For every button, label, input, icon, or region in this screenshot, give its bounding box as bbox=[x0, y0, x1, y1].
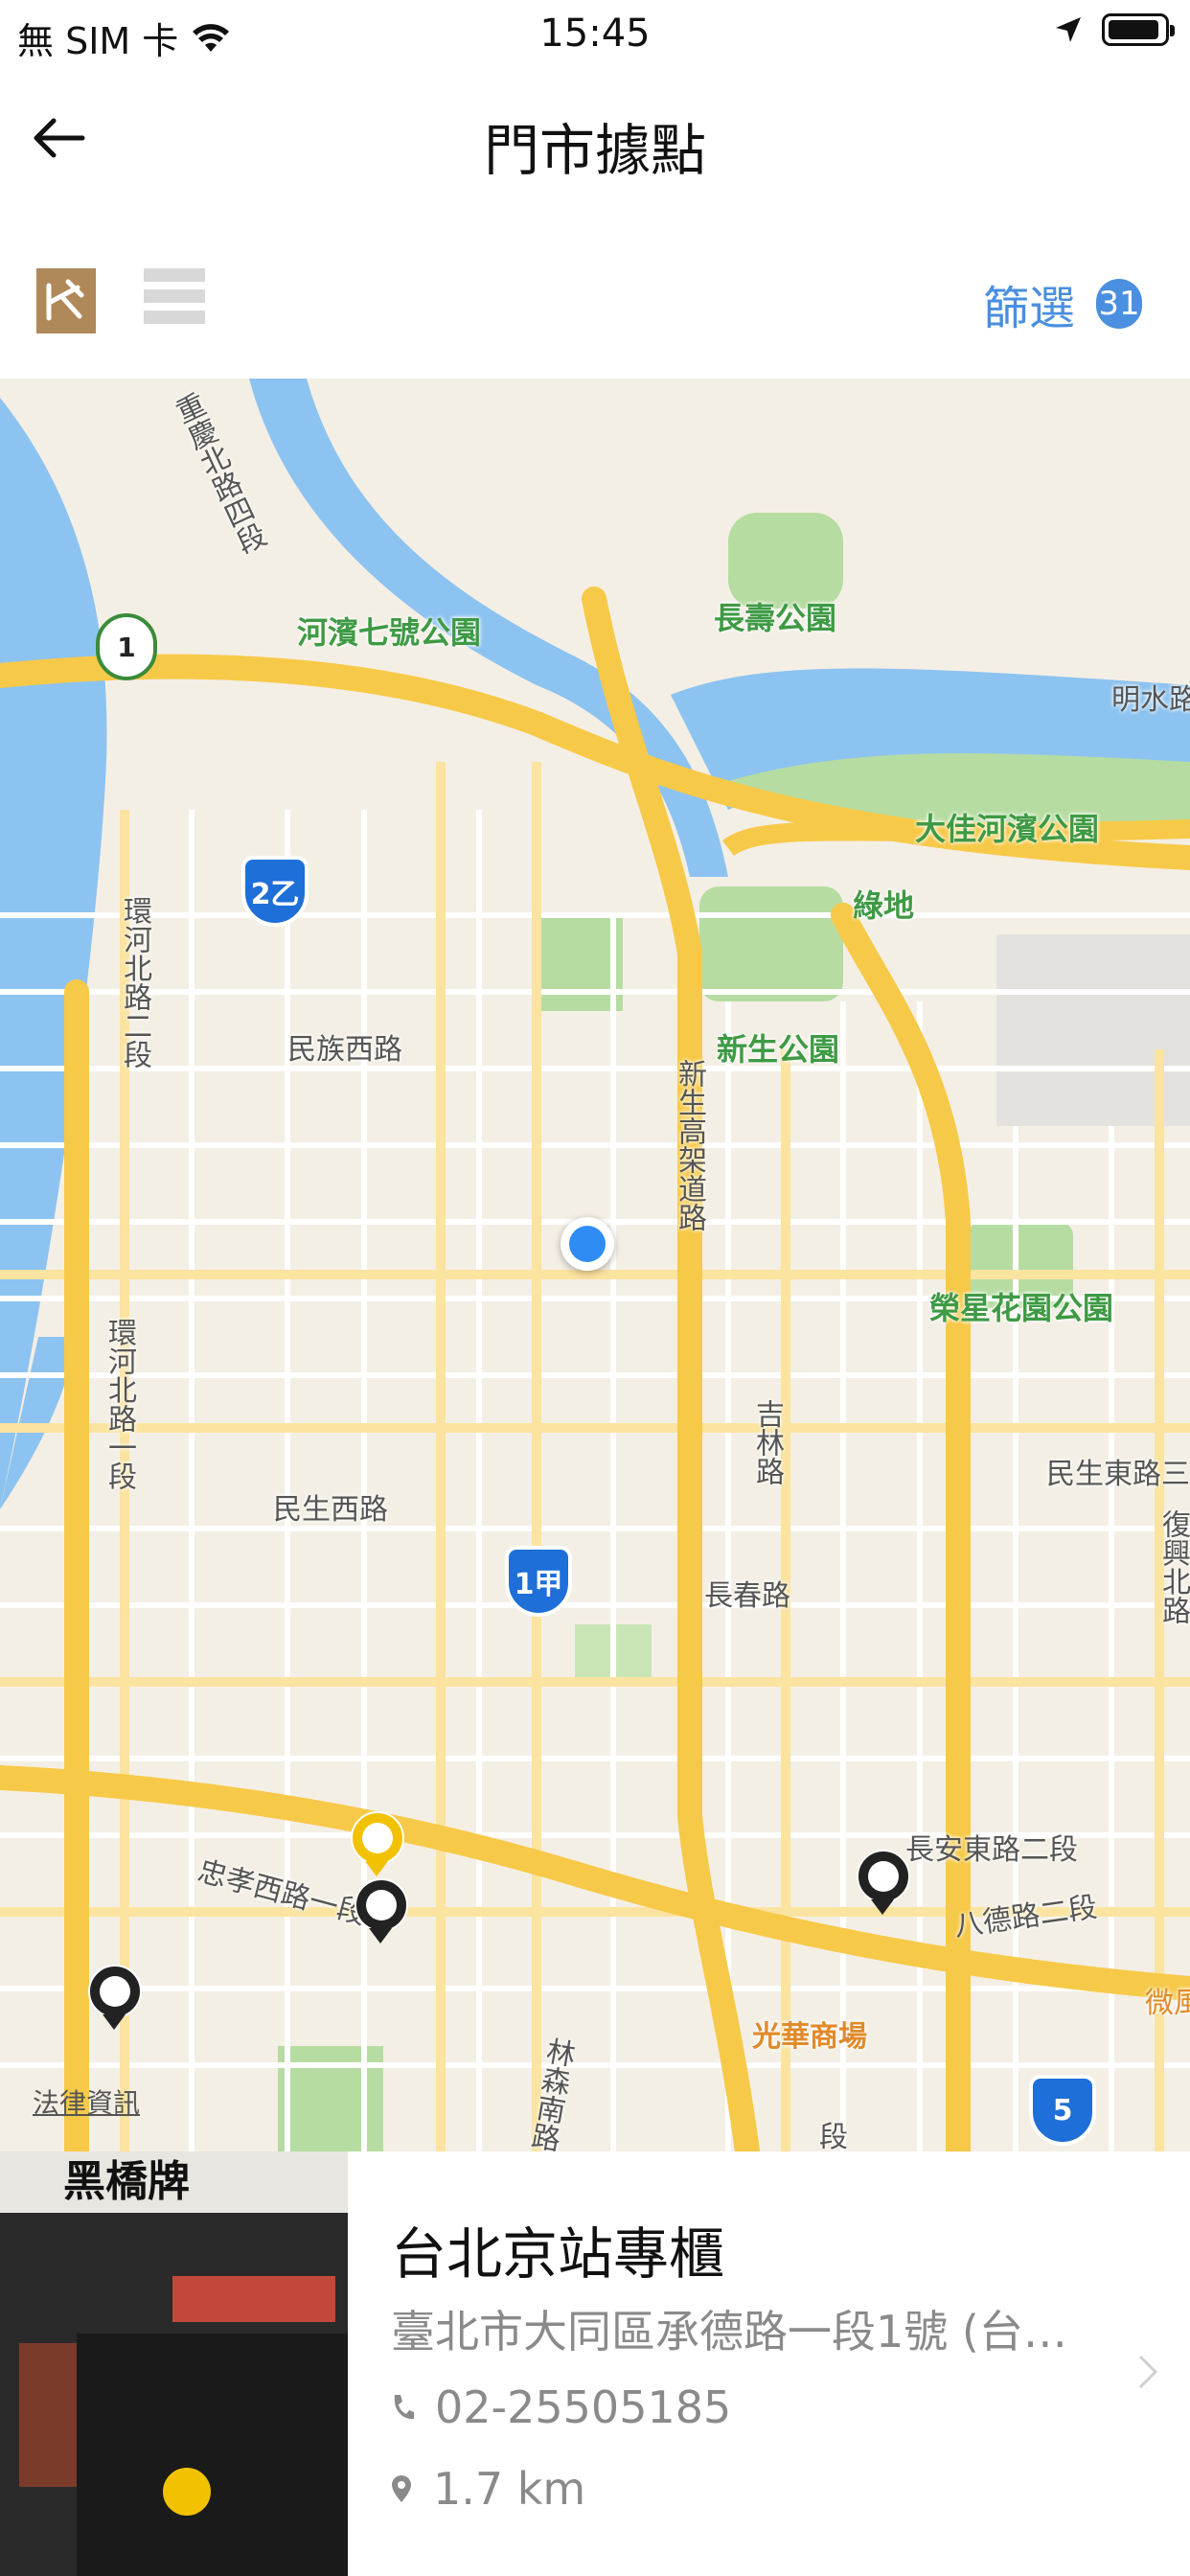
road-label: 吉林路 bbox=[750, 1399, 784, 1485]
store-name: 台北京站專櫃 bbox=[391, 2221, 725, 2287]
chevron-right-icon bbox=[1138, 2355, 1158, 2389]
view-toolbar: 篩選 31 bbox=[0, 249, 1190, 355]
poi-label: 微風 bbox=[1145, 1987, 1190, 2020]
page-title: 門市據點 bbox=[483, 118, 706, 183]
map-view-button[interactable] bbox=[36, 268, 96, 334]
road-label: 新生高架道路 bbox=[673, 1059, 706, 1231]
nav-bar: 門市據點 bbox=[0, 86, 1190, 205]
route-marker-5: 5 bbox=[1029, 2075, 1096, 2146]
battery-icon bbox=[1102, 13, 1175, 46]
list-view-button[interactable] bbox=[144, 268, 205, 334]
list-view-icon bbox=[144, 268, 205, 282]
store-pin[interactable] bbox=[857, 1850, 910, 1915]
road-label: 環河北路二段 bbox=[118, 896, 151, 1069]
filter-label: 篩選 bbox=[982, 282, 1075, 335]
road-label: 民族西路 bbox=[287, 1033, 402, 1067]
store-card[interactable]: 黑橋牌 台北京站專櫃 臺北市大同區承德路一段1號 (台北京站B1) 02-255… bbox=[0, 2151, 1190, 2576]
store-pin[interactable] bbox=[88, 1965, 142, 2030]
store-pin-selected[interactable] bbox=[351, 1811, 404, 1876]
park-label: 長壽公園 bbox=[714, 600, 837, 636]
road-label: 明水路 bbox=[1111, 683, 1190, 717]
filter-count-badge: 31 bbox=[1096, 279, 1142, 329]
current-location-marker bbox=[561, 1217, 614, 1271]
route-marker-1甲: 1甲 bbox=[505, 1546, 572, 1617]
store-address: 臺北市大同區承德路一段1號 (台北京站B1) bbox=[391, 2306, 1081, 2358]
filter-button[interactable]: 篩選 31 bbox=[983, 270, 1142, 337]
phone-icon bbox=[394, 2395, 414, 2420]
store-photo-sign: 黑橋牌 bbox=[0, 2151, 348, 2213]
road-label: 環河北路一段 bbox=[103, 1318, 136, 1490]
status-right bbox=[1054, 13, 1175, 46]
park-label: 新生公園 bbox=[717, 1031, 840, 1068]
park-label: 大佳河濱公園 bbox=[915, 811, 1100, 847]
status-time: 15:45 bbox=[539, 12, 651, 56]
map-pin-icon bbox=[392, 2475, 411, 2502]
store-map[interactable]: 1 2乙 1甲 5 重慶北路四段 環河北路二段 民族西路 新生高架道路 民生西路… bbox=[0, 379, 1190, 2151]
legal-link[interactable]: 法律資訊 bbox=[33, 2082, 140, 2121]
road-label: 長春路 bbox=[704, 1579, 790, 1613]
route-marker-1: 1 bbox=[96, 613, 157, 680]
road-label: 民生西路 bbox=[273, 1493, 388, 1527]
map-view-icon bbox=[46, 279, 84, 321]
status-bar: 無 SIM 卡 15:45 bbox=[0, 0, 1190, 73]
store-phone: 02-25505185 bbox=[435, 2381, 732, 2433]
location-arrow-icon bbox=[1056, 17, 1081, 42]
store-distance-row: 1.7 km bbox=[391, 2463, 585, 2515]
road-label: 段 bbox=[819, 2121, 848, 2151]
road-label: 長安東路二段 bbox=[905, 1833, 1078, 1867]
store-distance: 1.7 km bbox=[433, 2463, 586, 2515]
park-label: 綠地 bbox=[853, 887, 915, 924]
park-label: 河濱七號公園 bbox=[297, 614, 482, 651]
store-photo: 黑橋牌 bbox=[0, 2151, 348, 2576]
road-label: 民生東路三 bbox=[1046, 1458, 1190, 1491]
route-marker-2乙: 2乙 bbox=[241, 856, 309, 927]
brand-logo bbox=[163, 2468, 211, 2516]
poi-label: 光華商場 bbox=[752, 2020, 867, 2054]
store-phone-row[interactable]: 02-25505185 bbox=[391, 2381, 731, 2433]
store-pin[interactable] bbox=[355, 1878, 408, 1944]
road-label: 復興北路 bbox=[1156, 1509, 1190, 1624]
park-label: 榮星花園公園 bbox=[929, 1290, 1114, 1326]
